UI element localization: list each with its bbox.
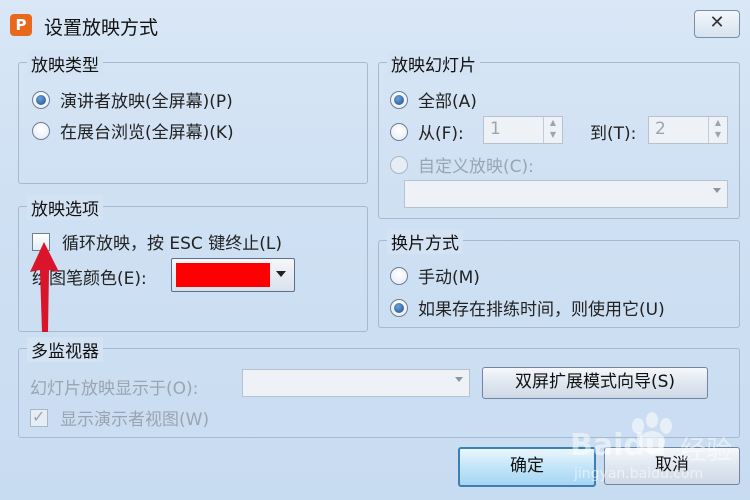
all-slides-label: 全部(A) <box>418 92 477 112</box>
to-label: 到(T): <box>590 124 637 144</box>
all-slides-radio[interactable] <box>390 90 408 109</box>
from-value: 1 <box>490 119 501 139</box>
setup-show-dialog: P 设置放映方式 ✕ 放映类型 演讲者放映(全屏幕)(P) 在展台浏览(全屏幕)… <box>0 0 750 500</box>
to-value: 2 <box>655 119 666 139</box>
watermark-brand: Baidu <box>570 428 667 463</box>
wps-presentation-icon: P <box>10 14 32 36</box>
custom-show-select[interactable] <box>404 180 728 208</box>
show-options-title: 放映选项 <box>27 195 103 220</box>
display-on-row: 幻灯片放映显示于(O): <box>30 374 198 399</box>
manual-label: 手动(M) <box>418 268 480 288</box>
from-label: 从(F): <box>418 124 464 144</box>
pen-color-picker[interactable] <box>171 258 295 292</box>
kiosk-option[interactable]: 在展台浏览(全屏幕)(K) <box>32 118 234 143</box>
from-spinner[interactable]: 1 ▲ ▼ <box>483 116 563 144</box>
spin-down-icon[interactable]: ▼ <box>709 129 727 141</box>
spin-down-icon[interactable]: ▼ <box>544 129 562 141</box>
show-type-title: 放映类型 <box>27 51 103 76</box>
watermark-url: jingyan.baidu.com <box>574 466 704 482</box>
presenter-label: 演讲者放映(全屏幕)(P) <box>60 92 233 112</box>
pen-color-swatch <box>176 263 270 287</box>
chevron-down-icon <box>276 271 286 277</box>
custom-show-radio[interactable] <box>390 155 408 174</box>
from-option[interactable]: 从(F): <box>390 119 464 144</box>
all-slides-option[interactable]: 全部(A) <box>390 87 477 112</box>
close-button[interactable]: ✕ <box>694 10 740 38</box>
spin-up-icon[interactable]: ▲ <box>709 117 727 129</box>
watermark-suffix: 经验 <box>680 436 733 466</box>
dialog-title: 设置放映方式 <box>44 17 159 39</box>
display-on-label: 幻灯片放映显示于(O): <box>30 379 199 399</box>
to-row: 到(T): <box>590 119 636 144</box>
dual-screen-wizard-button[interactable]: 双屏扩展模式向导(S) <box>482 367 708 399</box>
custom-show-label: 自定义放映(C): <box>418 157 534 177</box>
baidu-watermark: Baidu 经验 jingyan.baidu.com <box>560 400 745 495</box>
to-spinner[interactable]: 2 ▲ ▼ <box>648 116 728 144</box>
timing-label: 如果存在排练时间，则使用它(U) <box>418 300 665 320</box>
loop-option[interactable]: 循环放映，按 ESC 键终止(L) <box>32 229 282 254</box>
chevron-down-icon <box>713 188 721 193</box>
presenter-view-label: 显示演示者视图(W) <box>60 410 210 430</box>
slides-title: 放映幻灯片 <box>387 51 480 76</box>
presenter-radio[interactable] <box>32 90 50 109</box>
from-radio[interactable] <box>390 122 408 141</box>
loop-label: 循环放映，按 ESC 键终止(L) <box>62 234 282 254</box>
chevron-down-icon <box>455 377 463 382</box>
timing-radio[interactable] <box>390 298 408 317</box>
manual-radio[interactable] <box>390 266 408 285</box>
title-bar: P 设置放映方式 ✕ <box>0 6 750 44</box>
presenter-view-option[interactable]: 显示演示者视图(W) <box>30 405 209 430</box>
annotation-arrow-icon <box>30 242 59 332</box>
kiosk-label: 在展台浏览(全屏幕)(K) <box>60 123 234 143</box>
display-on-select[interactable] <box>242 369 470 397</box>
spin-up-icon[interactable]: ▲ <box>544 117 562 129</box>
custom-show-option[interactable]: 自定义放映(C): <box>390 152 534 177</box>
advance-title: 换片方式 <box>387 229 463 254</box>
presenter-option[interactable]: 演讲者放映(全屏幕)(P) <box>32 87 233 112</box>
monitors-title: 多监视器 <box>27 337 103 362</box>
close-icon: ✕ <box>709 12 725 33</box>
presenter-view-checkbox[interactable] <box>30 407 48 427</box>
manual-option[interactable]: 手动(M) <box>390 263 480 288</box>
kiosk-radio[interactable] <box>32 121 50 140</box>
timing-option[interactable]: 如果存在排练时间，则使用它(U) <box>390 295 665 320</box>
